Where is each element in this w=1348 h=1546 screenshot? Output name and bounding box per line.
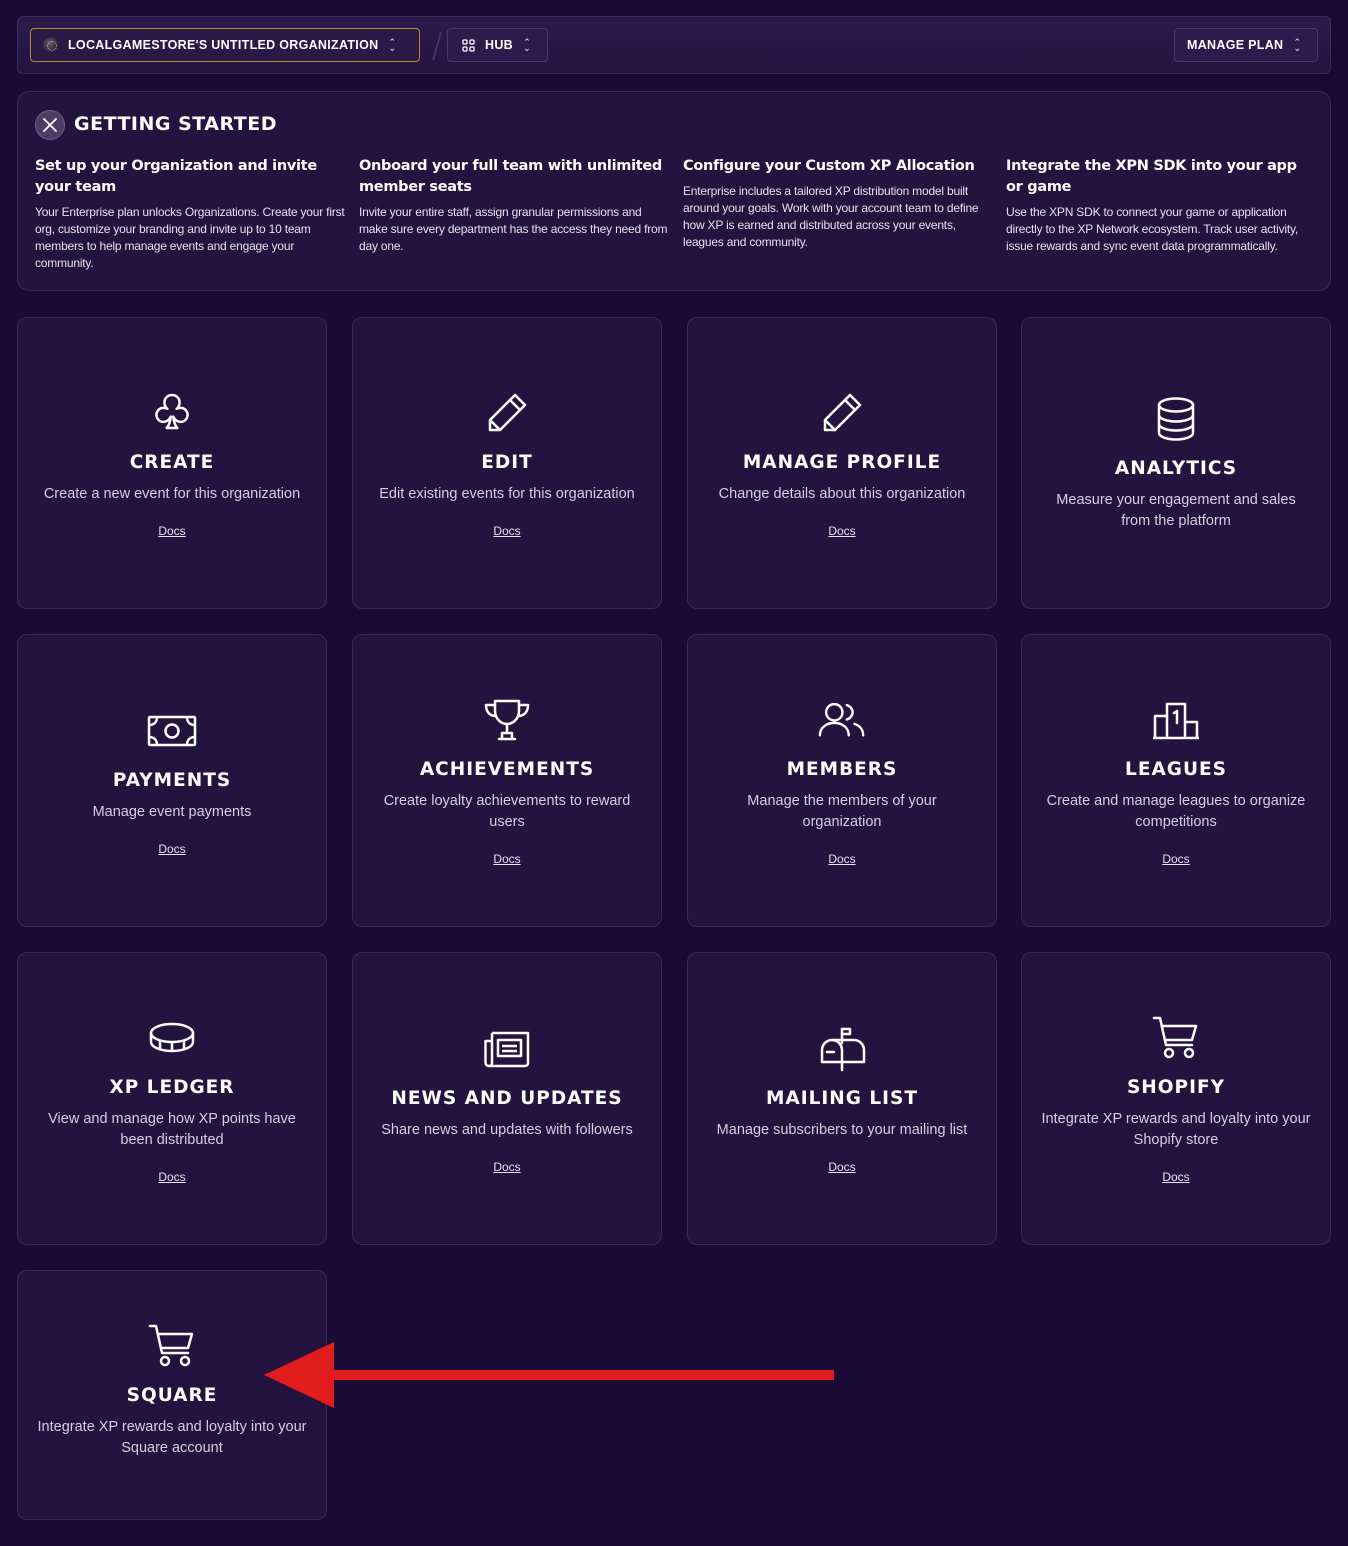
card-description: Integrate XP rewards and loyalty into yo… xyxy=(1041,1111,1311,1148)
card-members[interactable]: MEMBERS Manage the members of your organ… xyxy=(687,634,997,927)
cart-icon xyxy=(147,1321,197,1371)
hub-switcher[interactable]: HUB ⌃ ⌄ xyxy=(447,28,548,62)
top-bar: LOCALGAMESTORE'S UNTITLED ORGANIZATION ⌃… xyxy=(17,16,1331,74)
manage-plan-label: MANAGE PLAN xyxy=(1187,38,1284,52)
card-title: ANALYTICS xyxy=(1114,458,1238,479)
card-title: CREATE xyxy=(129,452,215,473)
chevron-up-down-icon: ⌃ ⌄ xyxy=(1293,37,1302,53)
grid-icon xyxy=(462,38,475,52)
coin-icon xyxy=(147,1013,197,1063)
card-edit[interactable]: EDIT Edit existing events for this organ… xyxy=(352,317,662,609)
docs-link[interactable]: Docs xyxy=(493,524,520,538)
docs-link[interactable]: Docs xyxy=(158,842,185,856)
close-getting-started-button[interactable] xyxy=(35,110,65,140)
card-title: PAYMENTS xyxy=(112,769,232,791)
card-description: Edit existing events for this organizati… xyxy=(379,486,635,502)
card-description: Share news and updates with followers xyxy=(381,1121,633,1138)
card-news-and-updates[interactable]: NEWS AND UPDATES Share news and updates … xyxy=(352,952,662,1245)
org-avatar xyxy=(43,37,59,53)
card-description: View and manage how XP points have been … xyxy=(48,1111,296,1148)
step-title: Integrate the XPN SDK into your app or g… xyxy=(1006,158,1297,195)
step-title: Set up your Organization and invite your… xyxy=(35,158,317,195)
card-manage-profile[interactable]: MANAGE PROFILE Change details about this… xyxy=(687,317,997,609)
card-achievements[interactable]: ACHIEVEMENTS Create loyalty achievements… xyxy=(352,634,662,927)
getting-started-title: GETTING STARTED xyxy=(74,113,277,135)
card-description: Create a new event for this organization xyxy=(43,486,301,502)
card-mailing-list[interactable]: MAILING LIST Manage subscribers to your … xyxy=(687,952,997,1245)
card-title: SHOPIFY xyxy=(1126,1077,1225,1098)
docs-link[interactable]: Docs xyxy=(828,1160,855,1174)
organization-switcher[interactable]: LOCALGAMESTORE'S UNTITLED ORGANIZATION ⌃… xyxy=(30,28,420,62)
card-description: Manage event payments xyxy=(92,803,252,820)
docs-link[interactable]: Docs xyxy=(1162,852,1189,866)
card-description: Measure your engagement and sales from t… xyxy=(1056,492,1296,529)
step-body: Use the XPN SDK to connect your game or … xyxy=(1006,205,1299,253)
card-title: MAILING LIST xyxy=(765,1087,918,1109)
docs-link[interactable]: Docs xyxy=(1162,1170,1189,1184)
card-leagues[interactable]: LEAGUES Create and manage leagues to org… xyxy=(1021,634,1331,927)
podium-icon xyxy=(1151,695,1201,745)
docs-link[interactable]: Docs xyxy=(828,524,855,538)
newspaper-icon xyxy=(482,1024,532,1074)
step-onboard-team: Onboard your full team with unlimited me… xyxy=(359,156,669,255)
annotation-arrow xyxy=(264,1342,834,1408)
docs-link[interactable]: Docs xyxy=(158,1170,185,1184)
cash-icon xyxy=(147,706,197,756)
docs-link[interactable]: Docs xyxy=(158,524,185,538)
docs-link[interactable]: Docs xyxy=(493,1160,520,1174)
close-icon xyxy=(43,118,57,132)
card-description: Change details about this organization xyxy=(718,486,966,502)
card-title: LEAGUES xyxy=(1125,759,1227,780)
card-title: MANAGE PROFILE xyxy=(742,452,942,473)
card-title: ACHIEVEMENTS xyxy=(419,759,595,780)
step-setup-organization: Set up your Organization and invite your… xyxy=(35,156,345,272)
manage-plan-button[interactable]: MANAGE PLAN ⌃ ⌄ xyxy=(1174,28,1318,62)
card-payments[interactable]: PAYMENTS Manage event payments Docs xyxy=(17,634,327,927)
hub-label: HUB xyxy=(485,38,513,52)
card-title: NEWS AND UPDATES xyxy=(391,1087,623,1109)
card-description: Manage the members of your organization xyxy=(747,793,937,830)
step-body: Invite your entire staff, assign granula… xyxy=(359,205,668,253)
step-integrate-sdk: Integrate the XPN SDK into your app or g… xyxy=(1006,156,1316,255)
pencil-icon xyxy=(817,388,867,438)
card-title: SQUARE xyxy=(126,1385,218,1406)
org-name: LOCALGAMESTORE'S UNTITLED ORGANIZATION xyxy=(68,38,379,52)
database-icon xyxy=(1151,394,1201,444)
card-xp-ledger[interactable]: XP LEDGER View and manage how XP points … xyxy=(17,952,327,1245)
cart-icon xyxy=(1151,1013,1201,1063)
docs-link[interactable]: Docs xyxy=(493,852,520,866)
pencil-icon xyxy=(482,388,532,438)
mailbox-icon xyxy=(817,1024,867,1074)
card-create[interactable]: CREATE Create a new event for this organ… xyxy=(17,317,327,609)
breadcrumb-separator xyxy=(432,31,442,61)
club-icon xyxy=(147,388,197,438)
card-shopify[interactable]: SHOPIFY Integrate XP rewards and loyalty… xyxy=(1021,952,1331,1245)
getting-started-panel: GETTING STARTED Set up your Organization… xyxy=(17,91,1331,291)
step-title: Onboard your full team with unlimited me… xyxy=(359,158,662,195)
docs-link[interactable]: Docs xyxy=(828,852,855,866)
card-title: XP LEDGER xyxy=(109,1077,235,1098)
step-body: Enterprise includes a tailored XP distri… xyxy=(683,184,979,249)
chevron-up-down-icon: ⌃ ⌄ xyxy=(388,37,397,53)
card-description: Manage subscribers to your mailing list xyxy=(716,1121,968,1138)
step-body: Your Enterprise plan unlocks Organizatio… xyxy=(35,205,345,270)
card-analytics[interactable]: ANALYTICS Measure your engagement and sa… xyxy=(1021,317,1331,609)
card-description: Create and manage leagues to organize co… xyxy=(1046,793,1306,830)
step-title: Configure your Custom XP Allocation xyxy=(683,158,975,174)
trophy-icon xyxy=(482,695,532,745)
card-title: EDIT xyxy=(481,452,533,473)
card-description: Create loyalty achievements to reward us… xyxy=(383,793,631,830)
card-title: MEMBERS xyxy=(786,759,898,780)
users-icon xyxy=(817,695,867,745)
step-configure-xp: Configure your Custom XP Allocation Ente… xyxy=(683,156,993,251)
chevron-up-down-icon: ⌃ ⌄ xyxy=(523,37,531,53)
card-description: Integrate XP rewards and loyalty into yo… xyxy=(37,1419,307,1456)
